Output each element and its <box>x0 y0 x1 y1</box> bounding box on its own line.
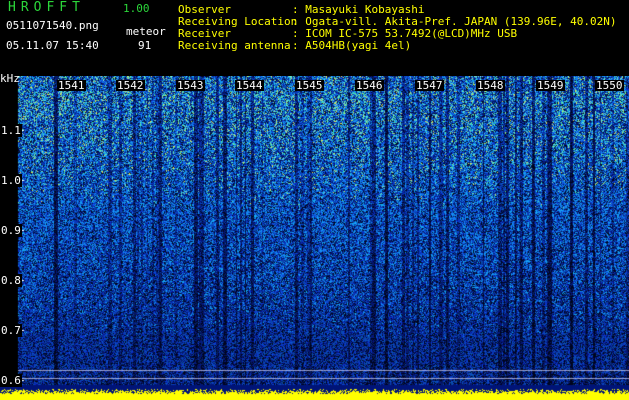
y-tick-label: 0.8 <box>0 274 22 287</box>
meteor-label: meteor <box>126 25 166 38</box>
header-panel: HROFFT 1.00 0511071540.png meteor 05.11.… <box>0 0 629 76</box>
time-tick-label: 1548 <box>476 79 505 92</box>
file-name: 0511071540.png <box>6 19 99 32</box>
time-tick-label: 1543 <box>176 79 205 92</box>
time-tick-label: 1544 <box>235 79 264 92</box>
meteor-count: 91 <box>138 39 152 52</box>
time-tick-label: 1542 <box>116 79 145 92</box>
y-axis-unit: kHz <box>0 72 20 85</box>
time-tick-label: 1541 <box>57 79 86 92</box>
time-tick-label: 1547 <box>415 79 444 92</box>
y-tick-label: 1.1 <box>0 124 22 137</box>
spectrogram-area <box>0 76 629 400</box>
app-version: 1.00 <box>123 2 150 15</box>
antenna-value: : A504HB(yagi 4el) <box>292 39 412 52</box>
antenna-label: Receiving antenna <box>178 39 291 52</box>
y-tick-label: 1.0 <box>0 174 22 187</box>
time-tick-label: 1546 <box>355 79 384 92</box>
y-tick-label: 0.6 <box>0 374 22 387</box>
date-time: 05.11.07 15:40 <box>6 39 99 52</box>
app-logo: HROFFT <box>8 0 85 15</box>
spectrogram-canvas <box>0 76 629 400</box>
time-tick-label: 1549 <box>536 79 565 92</box>
time-tick-label: 1545 <box>295 79 324 92</box>
y-tick-label: 0.9 <box>0 224 22 237</box>
time-tick-label: 1550 <box>595 79 624 92</box>
y-tick-label: 0.7 <box>0 324 22 337</box>
